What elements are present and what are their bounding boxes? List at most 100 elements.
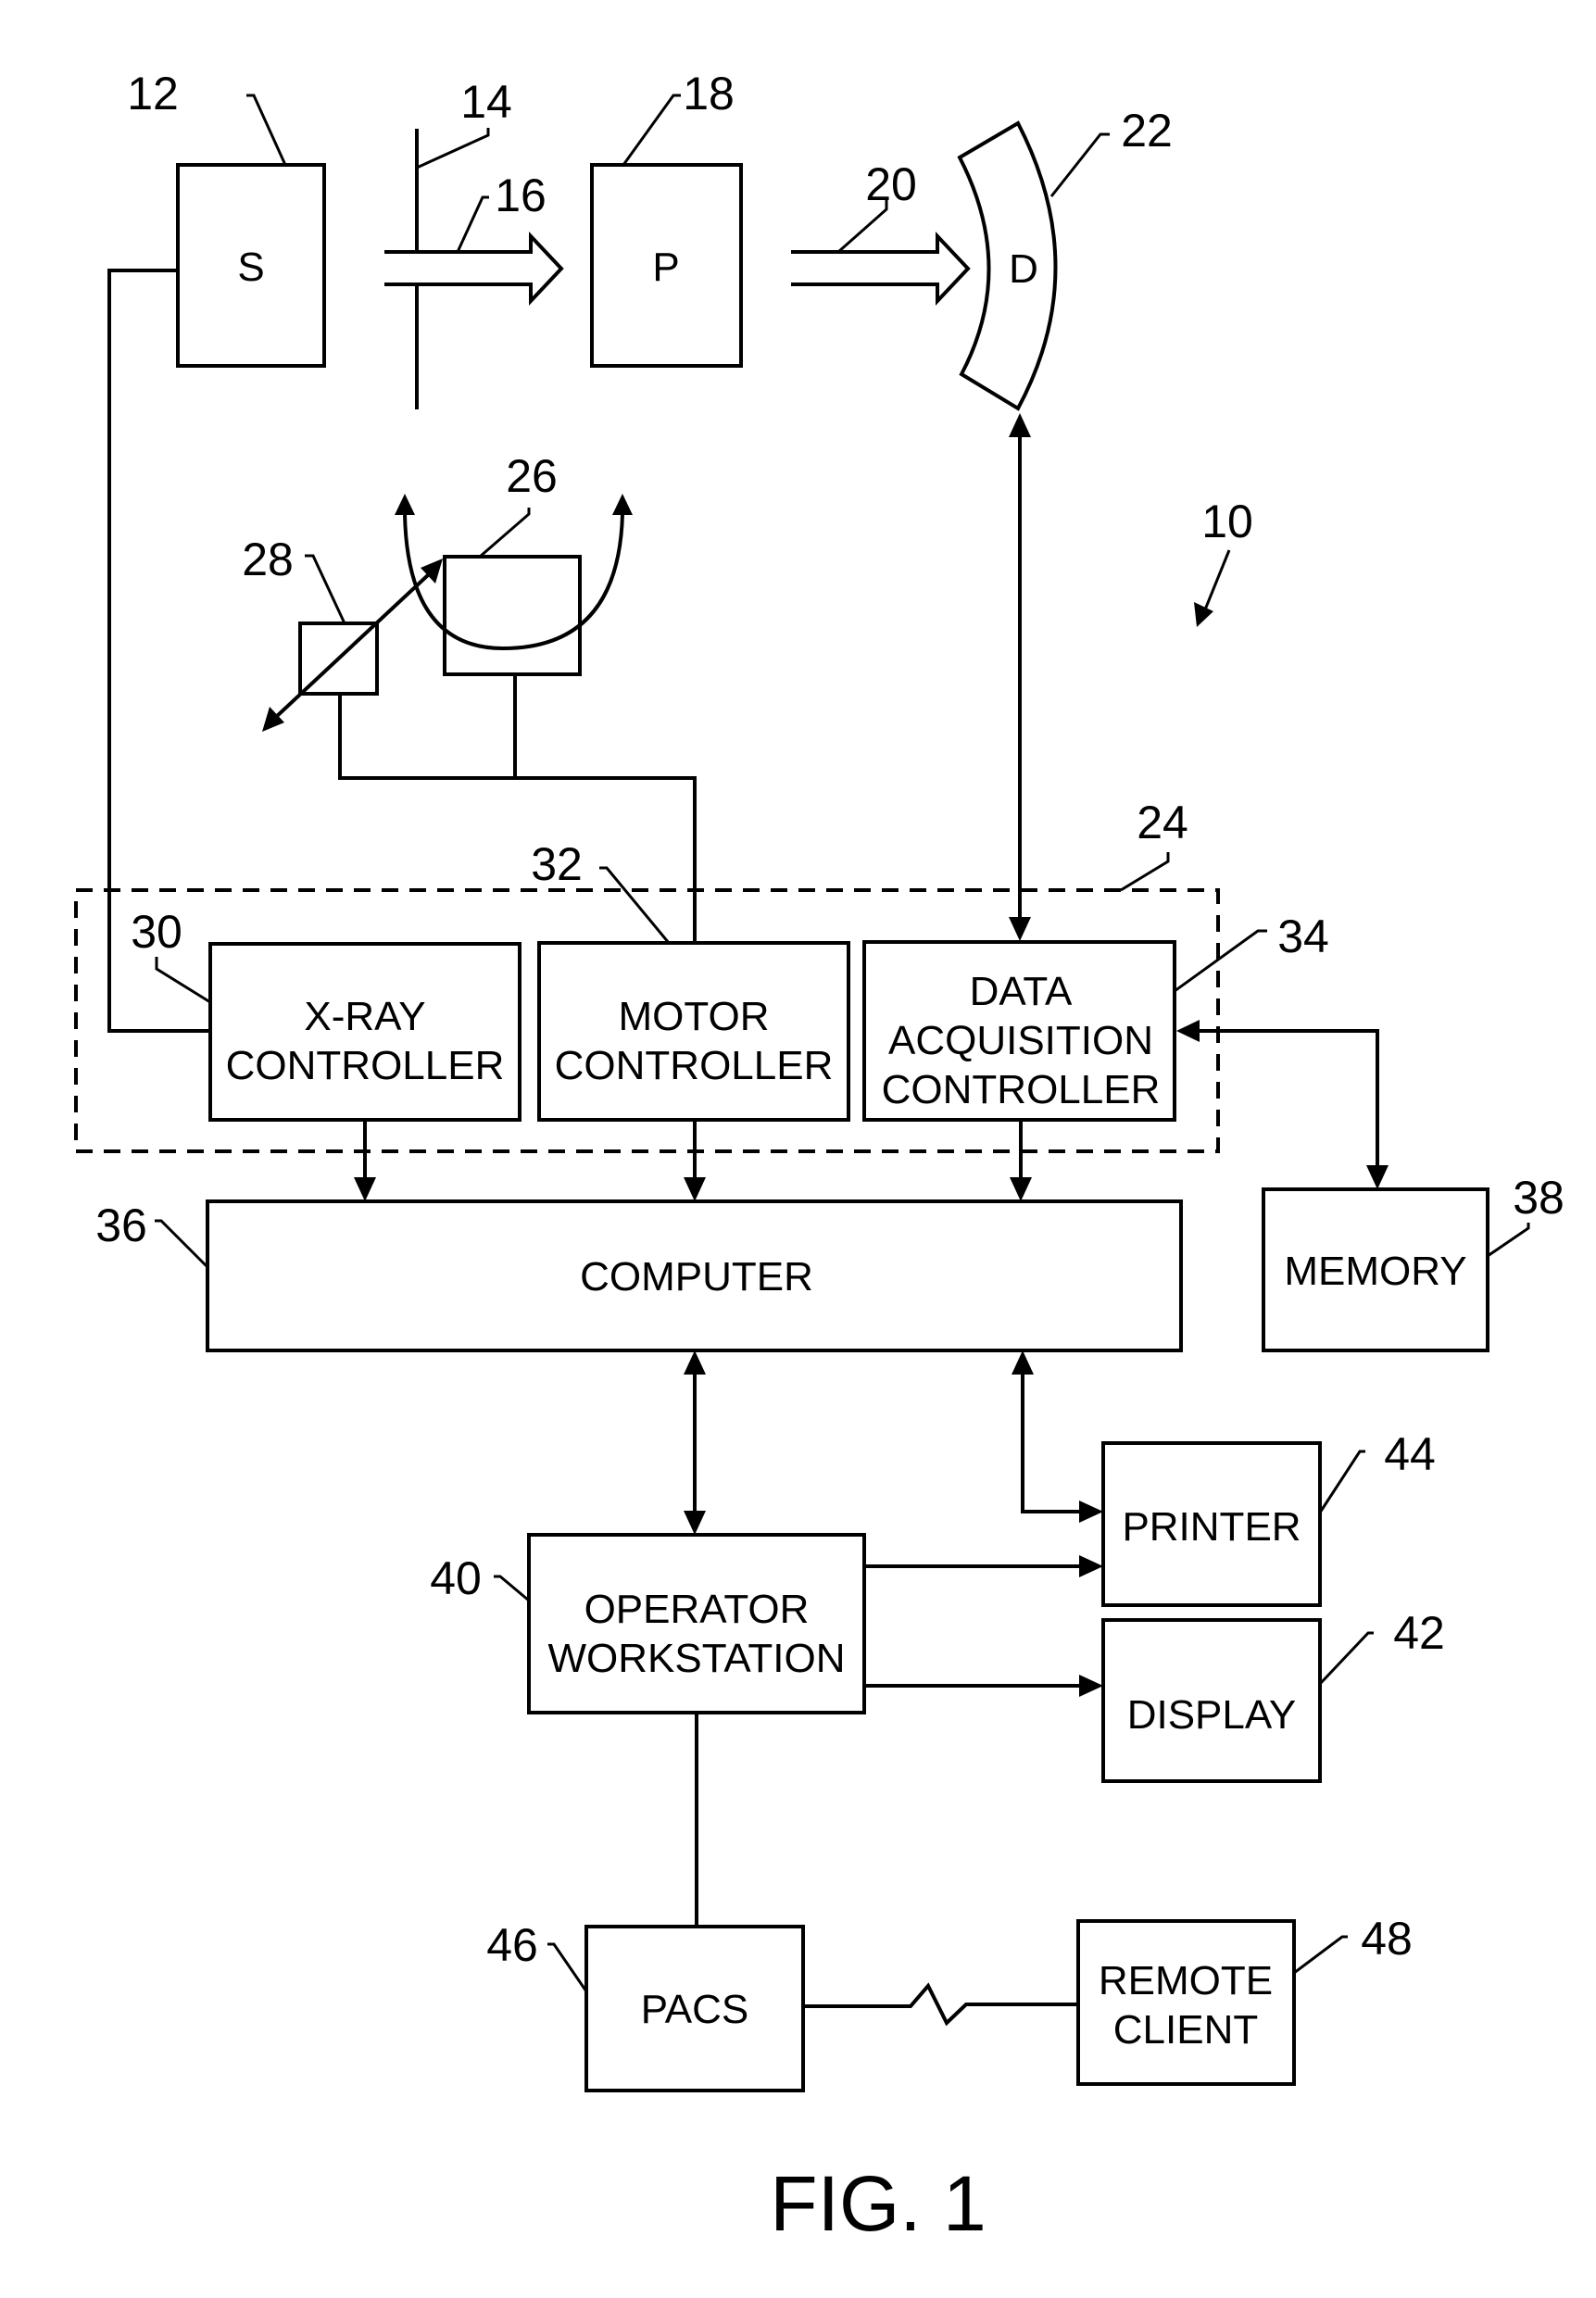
rotational-box	[443, 555, 582, 676]
linear-positioning-subsystem: 28	[242, 534, 443, 732]
ref-14: 14	[460, 76, 512, 128]
ref-16: 16	[495, 170, 547, 221]
printer-label: PRINTER	[1122, 1504, 1301, 1550]
ref-22: 22	[1121, 105, 1173, 157]
beam-arrow-20-outline	[791, 231, 971, 307]
remote-client-line1: REMOTE	[1099, 1958, 1273, 2003]
leader-18	[622, 94, 681, 166]
ref-20: 20	[865, 158, 917, 210]
beam-arrow-20: 20	[791, 158, 971, 307]
ref-36: 36	[95, 1199, 147, 1251]
leader-44	[1318, 1450, 1365, 1513]
leader-36	[155, 1219, 209, 1269]
pacs: PACS 46	[486, 1919, 805, 2092]
motor-controller: MOTOR CONTROLLER 32	[531, 838, 850, 1122]
leader-48	[1293, 1935, 1348, 1975]
network-link	[803, 1982, 1078, 2027]
rotation-arrowhead-right	[612, 494, 633, 515]
leader-34	[1174, 929, 1267, 993]
arrowhead-to-memory	[1366, 1165, 1389, 1189]
xray-controller-line2: CONTROLLER	[226, 1043, 505, 1088]
detector-shape	[957, 120, 1058, 411]
motor-controller-line2: CONTROLLER	[555, 1043, 834, 1088]
xray-controller-line1: X-RAY	[304, 994, 425, 1039]
xray-controller: X-RAY CONTROLLER 30	[131, 906, 522, 1122]
display: DISPLAY 42	[1101, 1607, 1445, 1783]
detector-block: D 22	[957, 105, 1173, 411]
leader-46	[547, 1942, 588, 1992]
arrowhead-up	[1009, 413, 1031, 437]
leader-40	[494, 1575, 530, 1602]
arrowhead-motor-computer	[684, 1177, 706, 1201]
memory: MEMORY 38	[1262, 1172, 1565, 1352]
rotational-subsystem: 26	[395, 450, 633, 676]
leader-42	[1318, 1631, 1374, 1686]
ref-10: 10	[1201, 496, 1253, 547]
operator-workstation: OPERATOR WORKSTATION 40	[430, 1533, 866, 1714]
operator-workstation-line1: OPERATOR	[584, 1587, 810, 1632]
source-block: S 12	[127, 68, 326, 368]
computer: COMPUTER 36	[95, 1199, 1183, 1352]
leader-22	[1049, 132, 1110, 197]
ref-26: 26	[506, 450, 558, 502]
daq-controller-line3: CONTROLLER	[882, 1067, 1161, 1112]
leader-16	[456, 195, 489, 253]
ref-18: 18	[683, 68, 735, 119]
patient-label: P	[652, 245, 679, 290]
ref-38: 38	[1513, 1172, 1565, 1224]
ref-12: 12	[127, 68, 179, 119]
arrowhead-down	[1009, 917, 1031, 941]
figure-caption: FIG. 1	[770, 2160, 986, 2247]
motor-controller-line1: MOTOR	[619, 994, 770, 1039]
computer-workstation-link	[684, 1350, 706, 1535]
beam-arrow-16-outline	[384, 231, 564, 307]
operator-workstation-line2: WORKSTATION	[547, 1636, 845, 1681]
beam-arrow-16: 16	[384, 170, 564, 307]
ref-24: 24	[1137, 797, 1188, 848]
display-label: DISPLAY	[1127, 1692, 1297, 1738]
leader-12	[246, 94, 287, 166]
daq-controller: DATA ACQUISITION CONTROLLER 34	[862, 910, 1329, 1122]
leader-24	[1120, 852, 1170, 892]
leader-32	[599, 866, 671, 944]
ref-32: 32	[531, 838, 583, 890]
ref-10-arrowhead	[1194, 602, 1213, 627]
printer: PRINTER 44	[1101, 1428, 1436, 1607]
arrowhead-to-computer	[684, 1350, 706, 1375]
ref-28: 28	[242, 534, 294, 585]
rotation-arrowhead-left	[395, 494, 415, 515]
source-label: S	[237, 245, 264, 290]
computer-label: COMPUTER	[580, 1254, 813, 1300]
ref-34: 34	[1277, 910, 1329, 962]
ref-46: 46	[486, 1919, 538, 1971]
ref-48: 48	[1361, 1913, 1413, 1965]
arrowhead-up-computer	[1012, 1350, 1034, 1375]
remote-client-line2: CLIENT	[1113, 2007, 1258, 2053]
leader-30	[155, 957, 211, 1004]
daq-controller-line2: ACQUISITION	[888, 1018, 1153, 1063]
ref-40: 40	[430, 1552, 482, 1604]
leader-26	[479, 508, 531, 559]
ref-44: 44	[1384, 1428, 1436, 1480]
computer-printer-link	[1012, 1350, 1103, 1523]
workstation-outputs	[864, 1555, 1103, 1697]
detector-label: D	[1009, 246, 1038, 292]
patient-block: P 18	[590, 68, 743, 368]
arrowhead-xray-computer	[354, 1177, 376, 1201]
motor-bus-wire	[338, 694, 697, 943]
remote-client: REMOTE CLIENT 48	[1076, 1913, 1413, 2086]
ref-42: 42	[1393, 1607, 1445, 1659]
daq-memory-link	[1176, 1020, 1389, 1189]
arrowhead-ws-display	[1079, 1675, 1103, 1697]
detector-daq-link	[1009, 413, 1031, 941]
arrowhead-daq-computer	[1010, 1177, 1032, 1201]
arrowhead-ws-printer	[1079, 1555, 1103, 1577]
collimator: 14	[415, 76, 512, 409]
leader-38	[1487, 1223, 1530, 1258]
arrowhead-to-workstation	[684, 1511, 706, 1535]
controllers-to-computer	[354, 1120, 1032, 1201]
leader-14	[416, 128, 490, 170]
pacs-label: PACS	[641, 1987, 749, 2032]
arrowhead-to-daq	[1176, 1020, 1200, 1042]
memory-label: MEMORY	[1284, 1249, 1466, 1294]
